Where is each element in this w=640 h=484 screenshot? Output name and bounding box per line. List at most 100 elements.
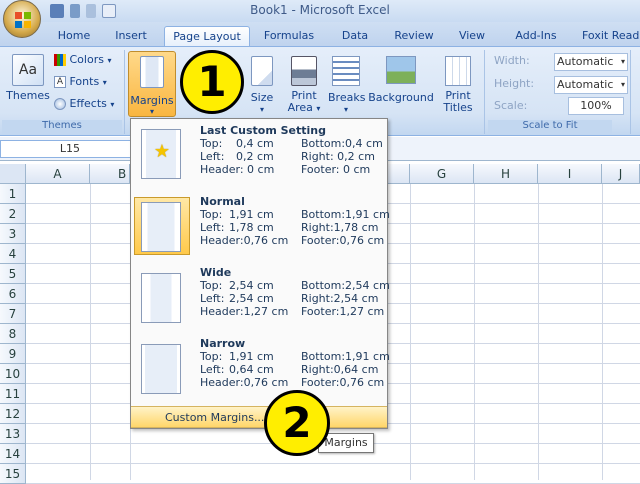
row-header[interactable]: 2: [0, 204, 26, 224]
bottom-value: Bottom:0,4 cm: [301, 137, 383, 150]
margin-option-normal[interactable]: Normal Top: 1,91 cm Bottom:1,91 cm Left:…: [131, 192, 390, 262]
width-label: Width:: [494, 54, 530, 67]
column-header[interactable]: H: [474, 164, 538, 184]
margin-preview-icon: [141, 202, 181, 252]
office-button[interactable]: [3, 0, 41, 38]
top-label: Top:: [200, 350, 223, 363]
right-value: Right:0,64 cm: [301, 363, 379, 376]
breaks-icon: [332, 56, 360, 86]
row-header[interactable]: 12: [0, 404, 26, 424]
tab-page-layout[interactable]: Page Layout: [164, 26, 250, 46]
tab-data[interactable]: Data: [330, 26, 380, 46]
group-separator: [630, 50, 631, 134]
undo-icon[interactable]: [70, 4, 80, 18]
size-label: Size: [250, 91, 274, 104]
row-header[interactable]: 5: [0, 264, 26, 284]
margins-label: Margins: [130, 94, 174, 107]
gridline: [474, 184, 475, 480]
custom-margins-menu-item[interactable]: Custom Margins...: [131, 406, 387, 428]
print-area-button[interactable]: Print Area ▾: [284, 52, 324, 118]
top-value: 1,91 cm: [229, 350, 274, 363]
header-value: Header:1,27 cm: [200, 305, 289, 318]
tab-home[interactable]: Home: [48, 26, 100, 46]
bottom-value: Bottom:1,91 cm: [301, 350, 390, 363]
scale-label: Scale:: [494, 99, 528, 112]
background-button[interactable]: Background: [368, 52, 434, 118]
row-header[interactable]: 7: [0, 304, 26, 324]
tab-review[interactable]: Review: [386, 26, 442, 46]
row-header[interactable]: 11: [0, 384, 26, 404]
row-header[interactable]: 15: [0, 464, 26, 484]
size-icon: [251, 56, 273, 86]
effects-button[interactable]: Effects ▾: [54, 98, 118, 114]
top-label: Top:: [200, 208, 223, 221]
top-label: Top:: [200, 137, 223, 150]
fonts-button[interactable]: A Fonts ▾: [54, 76, 118, 92]
margin-option-narrow[interactable]: Narrow Top: 1,91 cm Bottom:1,91 cm Left:…: [131, 334, 390, 404]
margin-option-last-custom[interactable]: ★ Last Custom Setting Top: 0,4 cm Bottom…: [131, 119, 387, 189]
top-value: 1,91 cm: [229, 208, 274, 221]
tab-add-ins[interactable]: Add-Ins: [504, 26, 568, 46]
save-icon[interactable]: [50, 4, 64, 18]
dropdown-arrow-icon: ▾: [107, 56, 112, 65]
tab-insert[interactable]: Insert: [104, 26, 158, 46]
dropdown-arrow-icon: ▾: [149, 107, 154, 116]
themes-icon: Aa: [12, 54, 44, 86]
column-header[interactable]: A: [26, 164, 90, 184]
gridline: [538, 184, 539, 480]
left-label: Left:: [200, 292, 225, 305]
colors-label: Colors: [69, 53, 104, 66]
row-header[interactable]: 8: [0, 324, 26, 344]
custom-margins-label: Custom Margins...: [165, 411, 265, 424]
callout-step-1: 1: [180, 50, 244, 114]
row-header[interactable]: 10: [0, 364, 26, 384]
print-preview-icon[interactable]: [102, 4, 116, 18]
row-header[interactable]: 14: [0, 444, 26, 464]
header-value: Header: 0 cm: [200, 163, 275, 176]
print-titles-label-line2: Titles: [443, 101, 473, 114]
row-header[interactable]: 13: [0, 424, 26, 444]
left-label: Left:: [200, 221, 225, 234]
select-all-corner[interactable]: [0, 164, 26, 184]
row-header[interactable]: 6: [0, 284, 26, 304]
header-value: Header:0,76 cm: [200, 376, 289, 389]
column-header[interactable]: I: [538, 164, 602, 184]
themes-button[interactable]: Aa Themes: [6, 52, 50, 118]
colors-icon: [54, 54, 66, 66]
colors-button[interactable]: Colors ▾: [54, 54, 118, 70]
scale-group-label: Scale to Fit: [488, 120, 612, 134]
group-separator: [484, 50, 485, 134]
height-label: Height:: [494, 77, 535, 90]
margin-option-wide[interactable]: Wide Top: 2,54 cm Bottom:2,54 cm Left: 2…: [131, 263, 390, 333]
option-title: Wide: [200, 266, 232, 279]
dropdown-arrow-icon: ▾: [110, 100, 115, 109]
name-box[interactable]: L15: [0, 140, 140, 158]
height-select[interactable]: Automatic ▾: [554, 76, 628, 94]
scale-spinner[interactable]: 100%: [568, 97, 624, 115]
width-select[interactable]: Automatic ▾: [554, 53, 628, 71]
column-header[interactable]: J: [602, 164, 640, 184]
footer-value: Footer: 0 cm: [301, 163, 371, 176]
header-value: Header:0,76 cm: [200, 234, 289, 247]
fonts-icon: A: [54, 76, 66, 88]
print-titles-button[interactable]: Print Titles: [438, 52, 478, 118]
row-header[interactable]: 1: [0, 184, 26, 204]
size-button[interactable]: Size ▾: [246, 52, 278, 118]
top-label: Top:: [200, 279, 223, 292]
row-header[interactable]: 3: [0, 224, 26, 244]
row-header[interactable]: 9: [0, 344, 26, 364]
group-separator: [124, 50, 125, 134]
tab-foxit-reader[interactable]: Foxit Reade: [576, 26, 640, 46]
row-header[interactable]: 4: [0, 244, 26, 264]
redo-icon[interactable]: [86, 4, 96, 18]
tab-formulas[interactable]: Formulas: [254, 26, 324, 46]
tab-view[interactable]: View: [446, 26, 498, 46]
option-title: Normal: [200, 195, 245, 208]
fonts-label: Fonts: [69, 75, 100, 88]
column-header[interactable]: G: [410, 164, 474, 184]
margins-button[interactable]: Margins ▾: [128, 51, 176, 117]
themes-label: Themes: [6, 89, 50, 102]
column-header[interactable]: B: [90, 164, 130, 184]
gridline: [90, 184, 91, 480]
breaks-button[interactable]: Breaks ▾: [328, 52, 365, 118]
